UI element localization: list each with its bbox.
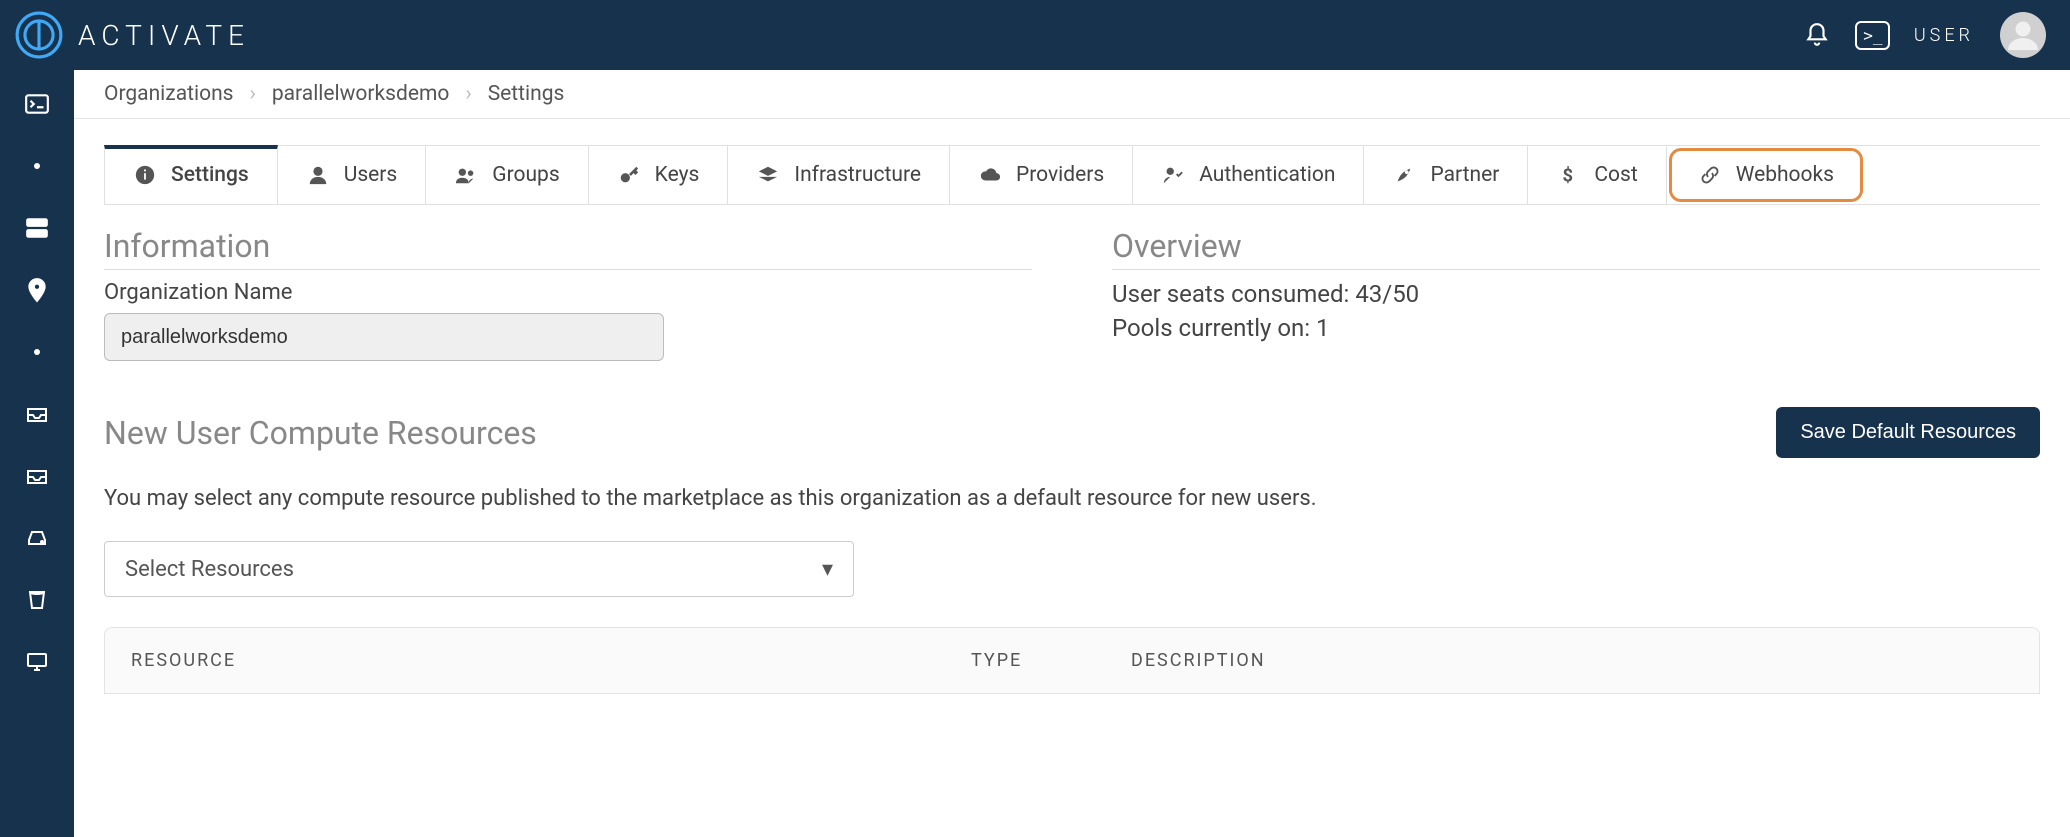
layers-icon [756, 163, 780, 187]
tab-keys[interactable]: Keys [589, 146, 729, 204]
th-description: DESCRIPTION [1131, 650, 2013, 671]
tab-webhooks[interactable]: Webhooks [1669, 148, 1863, 202]
brand-name: ACTIVATE [78, 19, 250, 52]
sidebar-inbox2-icon[interactable] [21, 460, 53, 492]
overview-pools: Pools currently on: 1 [1112, 314, 2040, 342]
overview-section: Overview User seats consumed: 43/50 Pool… [1112, 227, 2040, 361]
sidebar-bucket-icon[interactable] [21, 584, 53, 616]
avatar[interactable] [2000, 12, 2046, 58]
cloud-icon [978, 163, 1002, 187]
sidebar-server-icon[interactable] [21, 212, 53, 244]
tab-authentication[interactable]: Authentication [1133, 146, 1364, 204]
user-icon [306, 163, 330, 187]
tab-label: Providers [1016, 163, 1104, 187]
tabs: Settings Users Groups Keys Infrastructur… [104, 145, 2040, 205]
select-resources-dropdown[interactable]: Select Resources ▾ [104, 541, 854, 597]
sidebar [0, 70, 74, 837]
sidebar-inbox-icon[interactable] [21, 398, 53, 430]
sidebar-drive-icon[interactable] [21, 522, 53, 554]
brand-logo-icon [12, 8, 66, 62]
topbar-right: >_ USER [1802, 12, 2046, 58]
tab-label: Authentication [1199, 163, 1335, 187]
info-title: Information [104, 227, 1032, 270]
rocket-icon [1392, 163, 1416, 187]
breadcrumb-item-1[interactable]: parallelworksdemo [272, 82, 450, 106]
main: Organizations › parallelworksdemo › Sett… [74, 70, 2070, 837]
tab-infrastructure[interactable]: Infrastructure [728, 146, 950, 204]
tab-label: Settings [171, 163, 249, 187]
tab-providers[interactable]: Providers [950, 146, 1133, 204]
tab-cost[interactable]: $ Cost [1528, 146, 1666, 204]
tab-label: Webhooks [1736, 163, 1834, 187]
resources-title: New User Compute Resources [104, 414, 537, 452]
th-type: TYPE [971, 650, 1131, 671]
tab-label: Groups [492, 163, 559, 187]
sidebar-pin-icon[interactable] [21, 274, 53, 306]
breadcrumb-item-2[interactable]: Settings [488, 82, 565, 106]
group-icon [454, 163, 478, 187]
org-name-input[interactable] [104, 313, 664, 361]
tab-label: Keys [655, 163, 700, 187]
tab-label: Infrastructure [794, 163, 921, 187]
sidebar-dot-2[interactable] [21, 336, 53, 368]
org-name-label: Organization Name [104, 280, 1032, 305]
bell-icon[interactable] [1802, 20, 1832, 50]
tab-settings[interactable]: Settings [104, 145, 278, 204]
tab-groups[interactable]: Groups [426, 146, 588, 204]
app-root: ACTIVATE >_ USER [0, 0, 2070, 837]
tab-partner[interactable]: Partner [1364, 146, 1528, 204]
body: Organizations › parallelworksdemo › Sett… [0, 70, 2070, 837]
sidebar-dot-1[interactable] [21, 150, 53, 182]
topbar: ACTIVATE >_ USER [0, 0, 2070, 70]
chevron-right-icon: › [250, 82, 256, 106]
tab-users[interactable]: Users [278, 146, 427, 204]
tab-label: Users [344, 163, 398, 187]
user-label[interactable]: USER [1914, 25, 1974, 46]
link-icon [1698, 163, 1722, 187]
info-section: Information Organization Name [104, 227, 1032, 361]
two-col: Information Organization Name Overview U… [104, 227, 2040, 361]
auth-icon [1161, 163, 1185, 187]
breadcrumb: Organizations › parallelworksdemo › Sett… [74, 70, 2070, 119]
sidebar-terminal-icon[interactable] [21, 88, 53, 120]
key-icon [617, 163, 641, 187]
overview-title: Overview [1112, 227, 2040, 270]
tab-label: Cost [1594, 163, 1637, 187]
select-placeholder: Select Resources [125, 557, 294, 582]
chevron-down-icon: ▾ [822, 557, 833, 582]
breadcrumb-item-0[interactable]: Organizations [104, 82, 234, 106]
save-default-resources-button[interactable]: Save Default Resources [1776, 407, 2040, 458]
th-resource: RESOURCE [131, 650, 971, 671]
svg-text:$: $ [1563, 165, 1574, 186]
resources-header: New User Compute Resources Save Default … [104, 407, 2040, 458]
overview-seats: User seats consumed: 43/50 [1112, 280, 2040, 308]
resources-table-header: RESOURCE TYPE DESCRIPTION [104, 627, 2040, 694]
topbar-left: ACTIVATE [12, 8, 250, 62]
sidebar-monitor-icon[interactable] [21, 646, 53, 678]
dollar-icon: $ [1556, 163, 1580, 187]
chevron-right-icon: › [465, 82, 471, 106]
content: Information Organization Name Overview U… [74, 205, 2070, 694]
terminal-icon[interactable]: >_ [1858, 20, 1888, 50]
info-icon [133, 163, 157, 187]
resources-hint: You may select any compute resource publ… [104, 486, 2040, 511]
tab-label: Partner [1430, 163, 1499, 187]
